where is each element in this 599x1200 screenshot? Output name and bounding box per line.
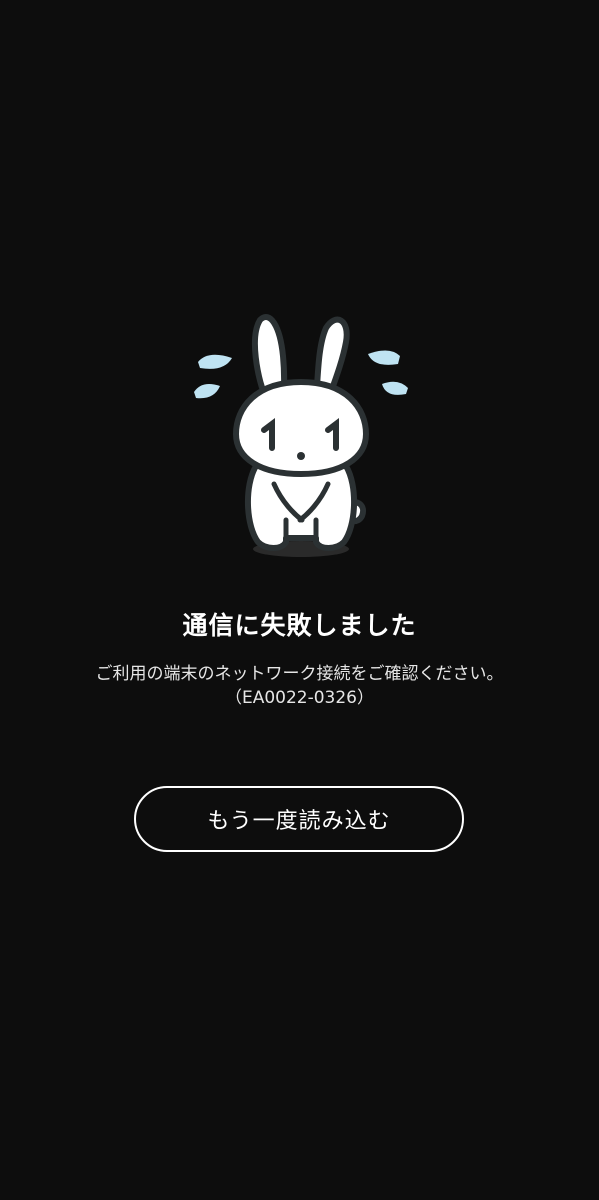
- sweat-drops-right-icon: [368, 350, 408, 395]
- nose: [297, 452, 305, 460]
- head: [233, 379, 369, 477]
- rabbit-illustration: [194, 314, 408, 557]
- body: [245, 463, 357, 551]
- error-message-block: ご利用の端末のネットワーク接続をご確認ください。 （EA0022-0326）: [0, 662, 599, 710]
- reload-button-label: もう一度読み込む: [207, 809, 391, 834]
- sweat-drops-left-icon: [194, 354, 232, 399]
- error-code: （EA0022-0326）: [224, 688, 375, 708]
- rabbit-mascot-icon: [186, 306, 416, 566]
- error-title: 通信に失敗しました: [182, 611, 417, 640]
- reload-button[interactable]: もう一度読み込む: [134, 786, 464, 852]
- error-message: ご利用の端末のネットワーク接続をご確認ください。: [95, 664, 504, 684]
